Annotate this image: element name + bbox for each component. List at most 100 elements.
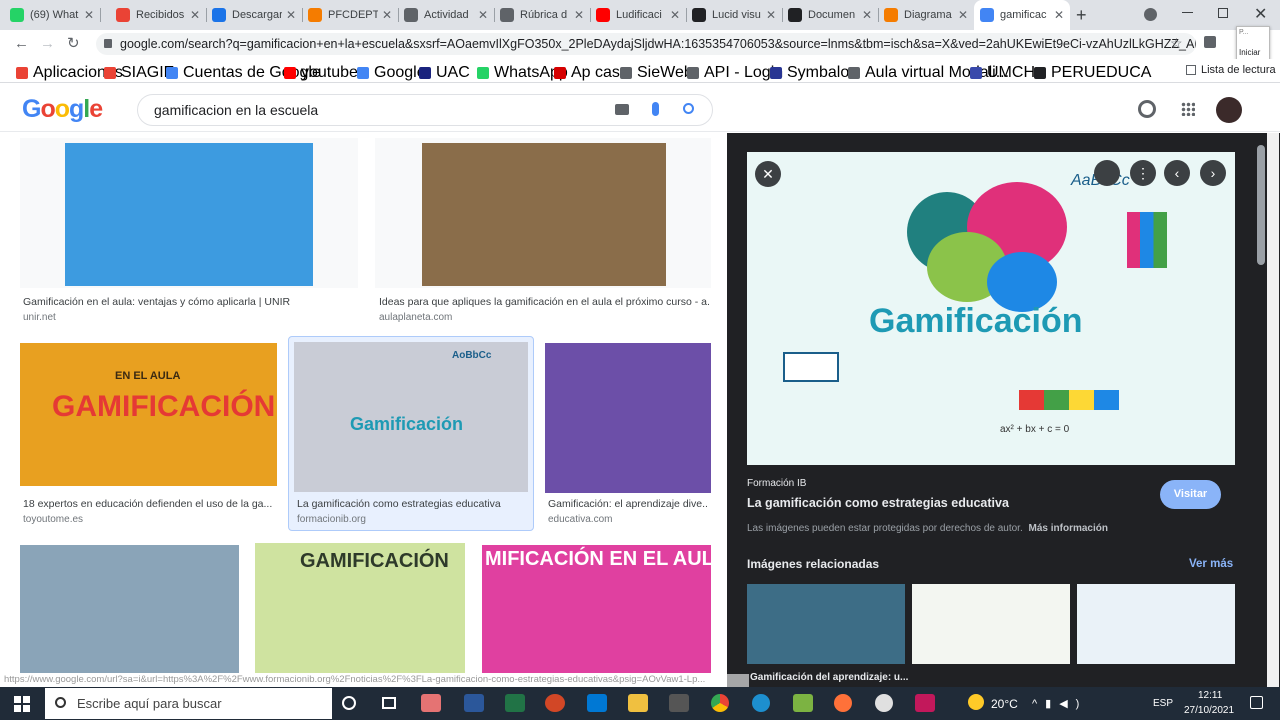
notifications-icon[interactable] <box>1250 696 1263 709</box>
extensions-icon[interactable] <box>1204 36 1216 48</box>
visit-button[interactable]: Visitar <box>1160 480 1221 509</box>
tab-close-icon[interactable]: ✕ <box>478 8 488 22</box>
panel-scrollbar[interactable] <box>1257 145 1265 265</box>
image-result-caption[interactable]: La gamificación como estrategias educati… <box>297 498 537 510</box>
maximize-button[interactable] <box>1218 8 1228 18</box>
tab-close-icon[interactable]: ✕ <box>1054 8 1064 22</box>
previous-image-icon[interactable]: ‹ <box>1164 160 1190 186</box>
close-window-button[interactable]: ✕ <box>1254 4 1267 24</box>
close-preview-button[interactable]: ✕ <box>755 161 781 187</box>
taskbar-app2-icon[interactable] <box>875 694 893 712</box>
google-logo[interactable]: Google <box>22 95 103 124</box>
image-result-caption[interactable]: Gamificación en el aula: ventajas y cómo… <box>23 296 355 308</box>
tab-close-icon[interactable]: ✕ <box>958 8 968 22</box>
bookmark-item[interactable]: API - Login <box>687 64 783 82</box>
taskbar-powerpoint-icon[interactable] <box>545 694 565 712</box>
taskbar-word-icon[interactable] <box>464 694 484 712</box>
new-tab-button[interactable]: + <box>1076 5 1087 26</box>
lens-icon[interactable] <box>1094 160 1120 186</box>
preview-image[interactable]: Gamificación AaBbCc ax² + bx + c = 0 <box>747 152 1235 465</box>
tab-close-icon[interactable]: ✕ <box>286 8 296 22</box>
bookmark-star-icon[interactable]: ☆ <box>1170 35 1183 52</box>
back-icon[interactable]: ← <box>14 35 29 52</box>
input-language[interactable]: ESP <box>1153 698 1173 709</box>
bookmark-item[interactable]: Symbaloo <box>770 64 858 82</box>
image-result-thumbnail[interactable] <box>545 343 711 493</box>
tab[interactable]: Actividad ✕ <box>398 0 494 30</box>
tab[interactable]: Descargar ✕ <box>206 0 302 30</box>
taskbar-chrome-icon[interactable] <box>711 694 729 712</box>
more-options-icon[interactable]: ⋮ <box>1130 160 1156 186</box>
windows-start-icon[interactable] <box>14 696 30 712</box>
taskbar-excel-icon[interactable] <box>505 694 525 712</box>
bookmark-item[interactable]: youtube <box>284 64 358 82</box>
tab[interactable]: Recibidos ✕ <box>110 0 206 30</box>
account-avatar[interactable] <box>1216 97 1242 123</box>
bookmark-item[interactable]: SieWeb <box>620 64 693 82</box>
more-info-link[interactable]: Más información <box>1029 523 1108 534</box>
tab-close-icon[interactable]: ✕ <box>862 8 872 22</box>
tab-close-icon[interactable]: ✕ <box>766 8 776 22</box>
taskbar-search-box[interactable]: Escribe aquí para buscar <box>45 688 332 719</box>
taskbar-explorer-icon[interactable] <box>628 694 648 712</box>
clock-date[interactable]: 27/10/2021 <box>1184 705 1234 716</box>
clock-time[interactable]: 12:11 <box>1198 690 1222 701</box>
taskbar-firefox-icon[interactable] <box>834 694 852 712</box>
tab-close-icon[interactable]: ✕ <box>574 8 584 22</box>
address-bar[interactable]: google.com/search?q=gamificacion+en+la+e… <box>96 33 1196 55</box>
taskbar-app-icon[interactable] <box>793 694 813 712</box>
tab-search-icon[interactable] <box>1144 8 1157 21</box>
preview-title[interactable]: La gamificación como estrategias educati… <box>747 496 1009 510</box>
page-scrollbar[interactable] <box>1267 133 1279 687</box>
image-result-caption[interactable]: Gamificación: el aprendizaje dive... <box>548 498 708 510</box>
tab-close-icon[interactable]: ✕ <box>190 8 200 22</box>
bookmark-item[interactable]: UMCH <box>970 64 1035 82</box>
bookmark-item[interactable]: UAC <box>419 64 470 82</box>
tab-close-icon[interactable]: ✕ <box>382 8 392 22</box>
tab[interactable]: Diagrama ✕ <box>878 0 974 30</box>
image-result-caption[interactable]: Ideas para que apliques la gamificación … <box>379 296 709 308</box>
tab[interactable]: PFCDEPT ✕ <box>302 0 398 30</box>
apps-grid-icon[interactable] <box>1181 102 1195 116</box>
weather-temp[interactable]: 20°C <box>991 697 1018 711</box>
image-result-thumbnail[interactable] <box>65 143 313 286</box>
microphone-icon[interactable] <box>652 102 659 116</box>
reading-list-button[interactable]: Lista de lectura <box>1186 64 1276 76</box>
taskbar-edge-icon[interactable] <box>752 694 770 712</box>
tab[interactable]: Ludificaci ✕ <box>590 0 686 30</box>
image-result-thumbnail[interactable] <box>20 545 239 673</box>
bookmark-item[interactable]: Google <box>357 64 426 82</box>
tab[interactable]: gamificac ✕ <box>974 0 1070 30</box>
related-image-1[interactable] <box>747 584 905 664</box>
tab[interactable]: Lucid visu ✕ <box>686 0 782 30</box>
tab-close-icon[interactable]: ✕ <box>670 8 680 22</box>
forward-icon[interactable]: → <box>40 35 55 52</box>
related-caption[interactable]: Gamificación del aprendizaje: u... <box>750 672 908 683</box>
bookmark-item[interactable]: Ap casa <box>554 64 629 82</box>
tray-icons[interactable]: ^▮◀) <box>1032 697 1087 710</box>
tab-close-icon[interactable]: ✕ <box>84 8 94 22</box>
minimize-button[interactable] <box>1182 12 1193 13</box>
bookmark-item[interactable]: PERUEDUCA <box>1034 64 1151 82</box>
taskbar-app-paint-icon[interactable] <box>421 694 441 712</box>
camera-icon[interactable] <box>615 104 629 115</box>
search-input[interactable]: gamificacion en la escuela <box>154 102 318 118</box>
tab[interactable]: (69) What ✕ <box>4 0 100 30</box>
bookmark-item[interactable]: SIAGIE <box>104 64 174 82</box>
taskbar-app3-icon[interactable] <box>915 694 935 712</box>
tab[interactable]: Rúbrica d ✕ <box>494 0 590 30</box>
cortana-icon[interactable] <box>342 696 356 710</box>
tab[interactable]: Documen ✕ <box>782 0 878 30</box>
related-image-3[interactable] <box>1077 584 1235 664</box>
weather-icon[interactable] <box>968 694 984 710</box>
taskbar-store-icon[interactable] <box>669 694 689 712</box>
search-box[interactable]: gamificacion en la escuela <box>137 94 713 126</box>
see-more-link[interactable]: Ver más <box>1189 558 1233 570</box>
search-icon[interactable] <box>683 103 694 114</box>
image-result-caption[interactable]: 18 expertos en educación defienden el us… <box>23 498 274 510</box>
image-result-thumbnail[interactable] <box>422 143 666 286</box>
next-image-icon[interactable]: › <box>1200 160 1226 186</box>
settings-gear-icon[interactable] <box>1138 100 1156 118</box>
reload-icon[interactable]: ↻ <box>67 34 80 52</box>
related-image-2[interactable] <box>912 584 1070 664</box>
